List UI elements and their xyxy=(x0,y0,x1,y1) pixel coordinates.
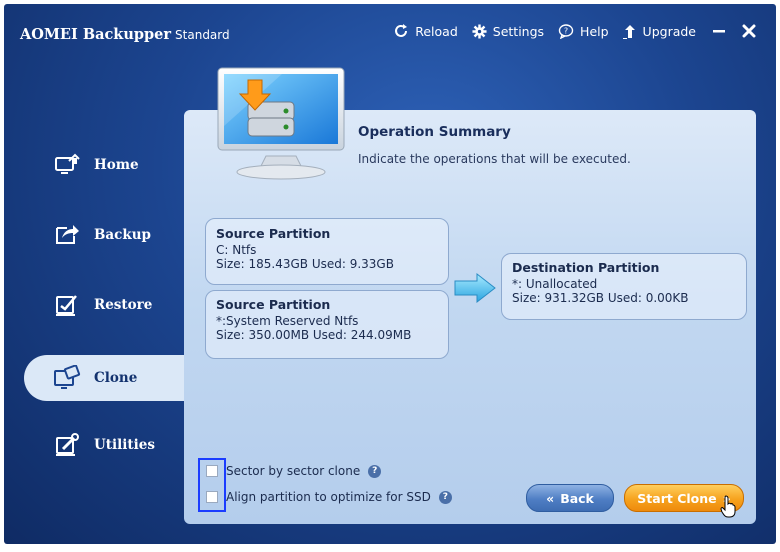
destination-partition-size: Size: 931.32GB Used: 0.00KB xyxy=(512,291,689,305)
restore-icon xyxy=(52,290,82,320)
sidebar-item-label: Home xyxy=(94,157,139,173)
arrow-right-icon xyxy=(454,272,496,304)
source-partition-title: Source Partition xyxy=(216,297,331,312)
align-ssd-option: Align partition to optimize for SSD ? xyxy=(206,490,452,504)
utilities-icon xyxy=(52,430,82,460)
help-icon[interactable]: ? xyxy=(438,490,452,504)
destination-partition-name: *: Unallocated xyxy=(512,277,598,291)
minimize-button[interactable] xyxy=(712,24,726,38)
clone-icon xyxy=(52,363,82,393)
help-bubble-icon: ? xyxy=(558,23,574,39)
help-label: Help xyxy=(580,23,609,39)
destination-partition-title: Destination Partition xyxy=(512,260,660,275)
app-title: AOMEI Backupper Standard xyxy=(20,26,230,43)
upgrade-button[interactable]: Upgrade xyxy=(622,23,696,39)
reload-icon xyxy=(395,24,408,37)
backup-icon xyxy=(52,220,82,250)
back-label: Back xyxy=(560,490,594,506)
svg-text:?: ? xyxy=(564,26,568,35)
sidebar-item-restore[interactable]: Restore xyxy=(24,282,184,328)
sidebar-item-home[interactable]: Home xyxy=(24,142,184,188)
align-ssd-label: Align partition to optimize for SSD xyxy=(226,490,431,504)
summary-title: Operation Summary xyxy=(358,124,511,140)
sidebar-item-clone[interactable]: Clone xyxy=(24,355,188,401)
source-partition-size: Size: 350.00MB Used: 244.09MB xyxy=(216,328,412,342)
top-toolbar: Reload Settings ? Help Upgrade xyxy=(379,23,756,39)
reload-label: Reload xyxy=(415,23,458,39)
app-window: AOMEI Backupper Standard Reload Settings … xyxy=(4,4,776,544)
sector-by-sector-option: Sector by sector clone ? xyxy=(206,464,382,478)
app-name: AOMEI Backupper xyxy=(20,26,172,43)
reload-button[interactable]: Reload xyxy=(393,23,458,39)
help-icon[interactable]: ? xyxy=(368,464,382,478)
source-partition-name: *:System Reserved Ntfs xyxy=(216,314,359,328)
summary-description: Indicate the operations that will be exe… xyxy=(358,152,631,166)
source-partition-card: Source Partition *:System Reserved Ntfs … xyxy=(205,290,449,359)
destination-partition-card: Destination Partition *: Unallocated Siz… xyxy=(501,253,747,320)
upgrade-label: Upgrade xyxy=(642,23,696,39)
source-partition-name: C: Ntfs xyxy=(216,243,257,257)
double-chevron-left-icon: « xyxy=(546,490,555,506)
settings-button[interactable]: Settings xyxy=(472,24,544,39)
app-edition: Standard xyxy=(175,28,230,42)
minimize-icon xyxy=(713,30,725,33)
monitor-disk-icon xyxy=(217,67,345,180)
close-icon xyxy=(742,24,756,38)
sidebar-item-utilities[interactable]: Utilities xyxy=(24,422,184,468)
back-button[interactable]: « Back xyxy=(526,484,614,512)
source-partition-size: Size: 185.43GB Used: 9.33GB xyxy=(216,257,394,271)
sidebar-item-label: Restore xyxy=(94,297,153,313)
mouse-cursor-icon xyxy=(720,495,736,518)
help-button[interactable]: ? Help xyxy=(558,24,609,39)
gear-icon xyxy=(472,23,487,39)
source-partition-title: Source Partition xyxy=(216,226,331,241)
source-partition-card: Source Partition C: Ntfs Size: 185.43GB … xyxy=(205,218,449,285)
home-icon xyxy=(52,150,82,180)
sector-by-sector-label: Sector by sector clone xyxy=(226,464,361,478)
sidebar-item-label: Utilities xyxy=(94,437,155,453)
settings-label: Settings xyxy=(492,23,545,39)
sidebar-item-label: Clone xyxy=(94,370,138,386)
checkbox-highlight-frame xyxy=(198,458,226,512)
sidebar-item-backup[interactable]: Backup xyxy=(24,212,184,258)
upgrade-arrow-icon xyxy=(622,24,635,39)
start-clone-label: Start Clone xyxy=(637,490,717,506)
sidebar-item-label: Backup xyxy=(94,227,151,243)
close-button[interactable] xyxy=(742,24,756,38)
